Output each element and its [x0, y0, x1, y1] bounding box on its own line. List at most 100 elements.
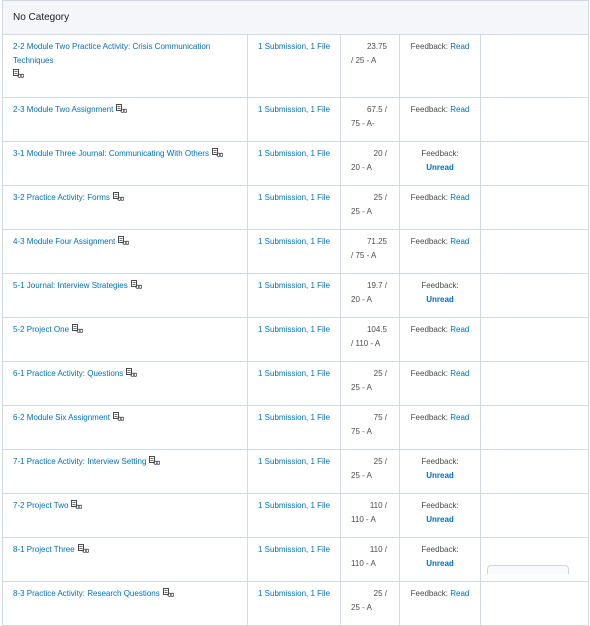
submission-cell: 1 Submission, 1 File: [246, 581, 342, 626]
assignment-link[interactable]: 6-1 Practice Activity: Questions: [13, 369, 123, 378]
submission-link[interactable]: 1 Submission, 1 File: [258, 457, 330, 466]
grade-cell: 20 / 20 - A: [340, 141, 401, 186]
assignment-link[interactable]: 5-2 Project One: [13, 325, 69, 334]
feedback-status-link[interactable]: Unread: [400, 513, 480, 527]
assignment-link[interactable]: 3-2 Practice Activity: Forms: [13, 193, 110, 202]
rubric-icon[interactable]: [72, 324, 84, 333]
table-row: 8-1 Project Three 1 Submission, 1 File 1…: [2, 537, 590, 582]
feedback-status-link[interactable]: Read: [450, 193, 469, 202]
feedback-cell: Feedback: Read: [399, 97, 482, 142]
empty-cell: [480, 449, 590, 494]
submission-link[interactable]: 1 Submission, 1 File: [258, 237, 330, 246]
feedback-cell: Feedback: Unread: [399, 537, 482, 582]
grade-out-of: 75 - A-: [351, 119, 375, 128]
feedback-status-link[interactable]: Unread: [400, 293, 480, 307]
grade-score: 110 /: [369, 501, 388, 510]
submission-link[interactable]: 1 Submission, 1 File: [258, 105, 330, 114]
rubric-icon[interactable]: [162, 588, 174, 597]
rubric-icon[interactable]: [77, 544, 89, 553]
feedback-cell: Feedback: Unread: [399, 273, 482, 318]
assignment-link[interactable]: 6-2 Module Six Assignment: [13, 413, 110, 422]
table-row: 6-1 Practice Activity: Questions 1 Submi…: [2, 361, 590, 406]
rubric-icon[interactable]: [116, 104, 128, 113]
assignment-cell: 8-1 Project Three: [2, 537, 248, 582]
empty-cell: [480, 405, 590, 450]
assignment-link[interactable]: 8-3 Practice Activity: Research Question…: [13, 589, 160, 598]
feedback-status-link[interactable]: Read: [450, 413, 469, 422]
submission-link[interactable]: 1 Submission, 1 File: [258, 193, 330, 202]
rubric-icon[interactable]: [112, 412, 124, 421]
feedback-label: Feedback:: [410, 589, 449, 598]
grade-score: 25 /: [373, 457, 388, 466]
submission-cell: 1 Submission, 1 File: [246, 317, 342, 362]
assignment-link[interactable]: 7-2 Project Two: [13, 501, 68, 510]
feedback-status-link[interactable]: Read: [450, 237, 469, 246]
rubric-icon[interactable]: [149, 456, 161, 465]
submission-link[interactable]: 1 Submission, 1 File: [258, 281, 330, 290]
submission-link[interactable]: 1 Submission, 1 File: [258, 42, 330, 51]
rubric-icon[interactable]: [71, 500, 83, 509]
submission-link[interactable]: 1 Submission, 1 File: [258, 545, 330, 554]
table-row: 4-3 Module Four Assignment 1 Submission,…: [2, 229, 590, 274]
feedback-status-link[interactable]: Read: [450, 42, 469, 51]
feedback-status-link[interactable]: Unread: [400, 161, 480, 175]
submission-link[interactable]: 1 Submission, 1 File: [258, 589, 330, 598]
feedback-status-link[interactable]: Read: [450, 325, 469, 334]
feedback-label: Feedback:: [421, 149, 459, 158]
grade-cell: 67.5 / 75 - A-: [340, 97, 401, 142]
rubric-icon[interactable]: [112, 192, 124, 201]
feedback-status-link[interactable]: Read: [450, 105, 469, 114]
grade-out-of: 25 - A: [351, 207, 372, 216]
assignment-link[interactable]: 4-3 Module Four Assignment: [13, 237, 115, 246]
assignment-cell: 6-1 Practice Activity: Questions: [2, 361, 248, 406]
grade-cell: 25 / 25 - A: [340, 581, 401, 626]
grade-cell: 25 / 25 - A: [340, 185, 401, 230]
grade-cell: 104.5 / 110 - A: [340, 317, 401, 362]
grade-score: 104.5: [366, 325, 388, 334]
assignment-link[interactable]: 3-1 Module Three Journal: Communicating …: [13, 149, 209, 158]
assignment-link[interactable]: 8-1 Project Three: [13, 545, 75, 554]
assignment-cell: 7-2 Project Two: [2, 493, 248, 538]
assignment-link[interactable]: 2-2 Module Two Practice Activity: Crisis…: [13, 42, 210, 65]
rubric-icon[interactable]: [13, 69, 24, 78]
feedback-status-link[interactable]: Unread: [400, 469, 480, 483]
submission-link[interactable]: 1 Submission, 1 File: [258, 413, 330, 422]
assignment-link[interactable]: 2-3 Module Two Assignment: [13, 105, 113, 114]
empty-cell: [480, 581, 590, 626]
empty-cell: [480, 361, 590, 406]
assignment-link[interactable]: 5-1 Journal: Interview Strategies: [13, 281, 128, 290]
assignment-cell: 3-1 Module Three Journal: Communicating …: [2, 141, 248, 186]
grade-score: 23.75: [366, 42, 388, 51]
rubric-icon[interactable]: [130, 280, 142, 289]
feedback-label: Feedback:: [410, 105, 449, 114]
grade-out-of: 20 - A: [351, 163, 372, 172]
grade-out-of: 110 - A: [351, 515, 376, 524]
submission-link[interactable]: 1 Submission, 1 File: [258, 501, 330, 510]
feedback-cell: Feedback: Read: [399, 229, 482, 274]
grade-cell: 110 / 110 - A: [340, 493, 401, 538]
assignment-link[interactable]: 7-1 Practice Activity: Interview Setting: [13, 457, 146, 466]
bottom-button[interactable]: [487, 565, 569, 574]
empty-cell: [480, 229, 590, 274]
submission-cell: 1 Submission, 1 File: [246, 537, 342, 582]
feedback-label: Feedback:: [410, 237, 449, 246]
grade-cell: 25 / 25 - A: [340, 449, 401, 494]
grade-score: 25 /: [373, 193, 388, 202]
feedback-cell: Feedback: Unread: [399, 449, 482, 494]
grade-score: 110 /: [369, 545, 388, 554]
table-row: 3-2 Practice Activity: Forms 1 Submissio…: [2, 185, 590, 230]
submission-cell: 1 Submission, 1 File: [246, 229, 342, 274]
assignments-table: No Category 2-2 Module Two Practice Acti…: [1, 0, 590, 626]
feedback-status-link[interactable]: Read: [450, 589, 469, 598]
rubric-icon[interactable]: [118, 236, 130, 245]
rubric-icon[interactable]: [126, 368, 138, 377]
submission-cell: 1 Submission, 1 File: [246, 405, 342, 450]
submission-link[interactable]: 1 Submission, 1 File: [258, 369, 330, 378]
submission-cell: 1 Submission, 1 File: [246, 361, 342, 406]
rubric-icon[interactable]: [211, 148, 223, 157]
grade-out-of: / 110 - A: [351, 339, 381, 348]
feedback-status-link[interactable]: Read: [450, 369, 469, 378]
submission-link[interactable]: 1 Submission, 1 File: [258, 325, 330, 334]
table-row: 2-3 Module Two Assignment 1 Submission, …: [2, 97, 590, 142]
submission-link[interactable]: 1 Submission, 1 File: [258, 149, 330, 158]
